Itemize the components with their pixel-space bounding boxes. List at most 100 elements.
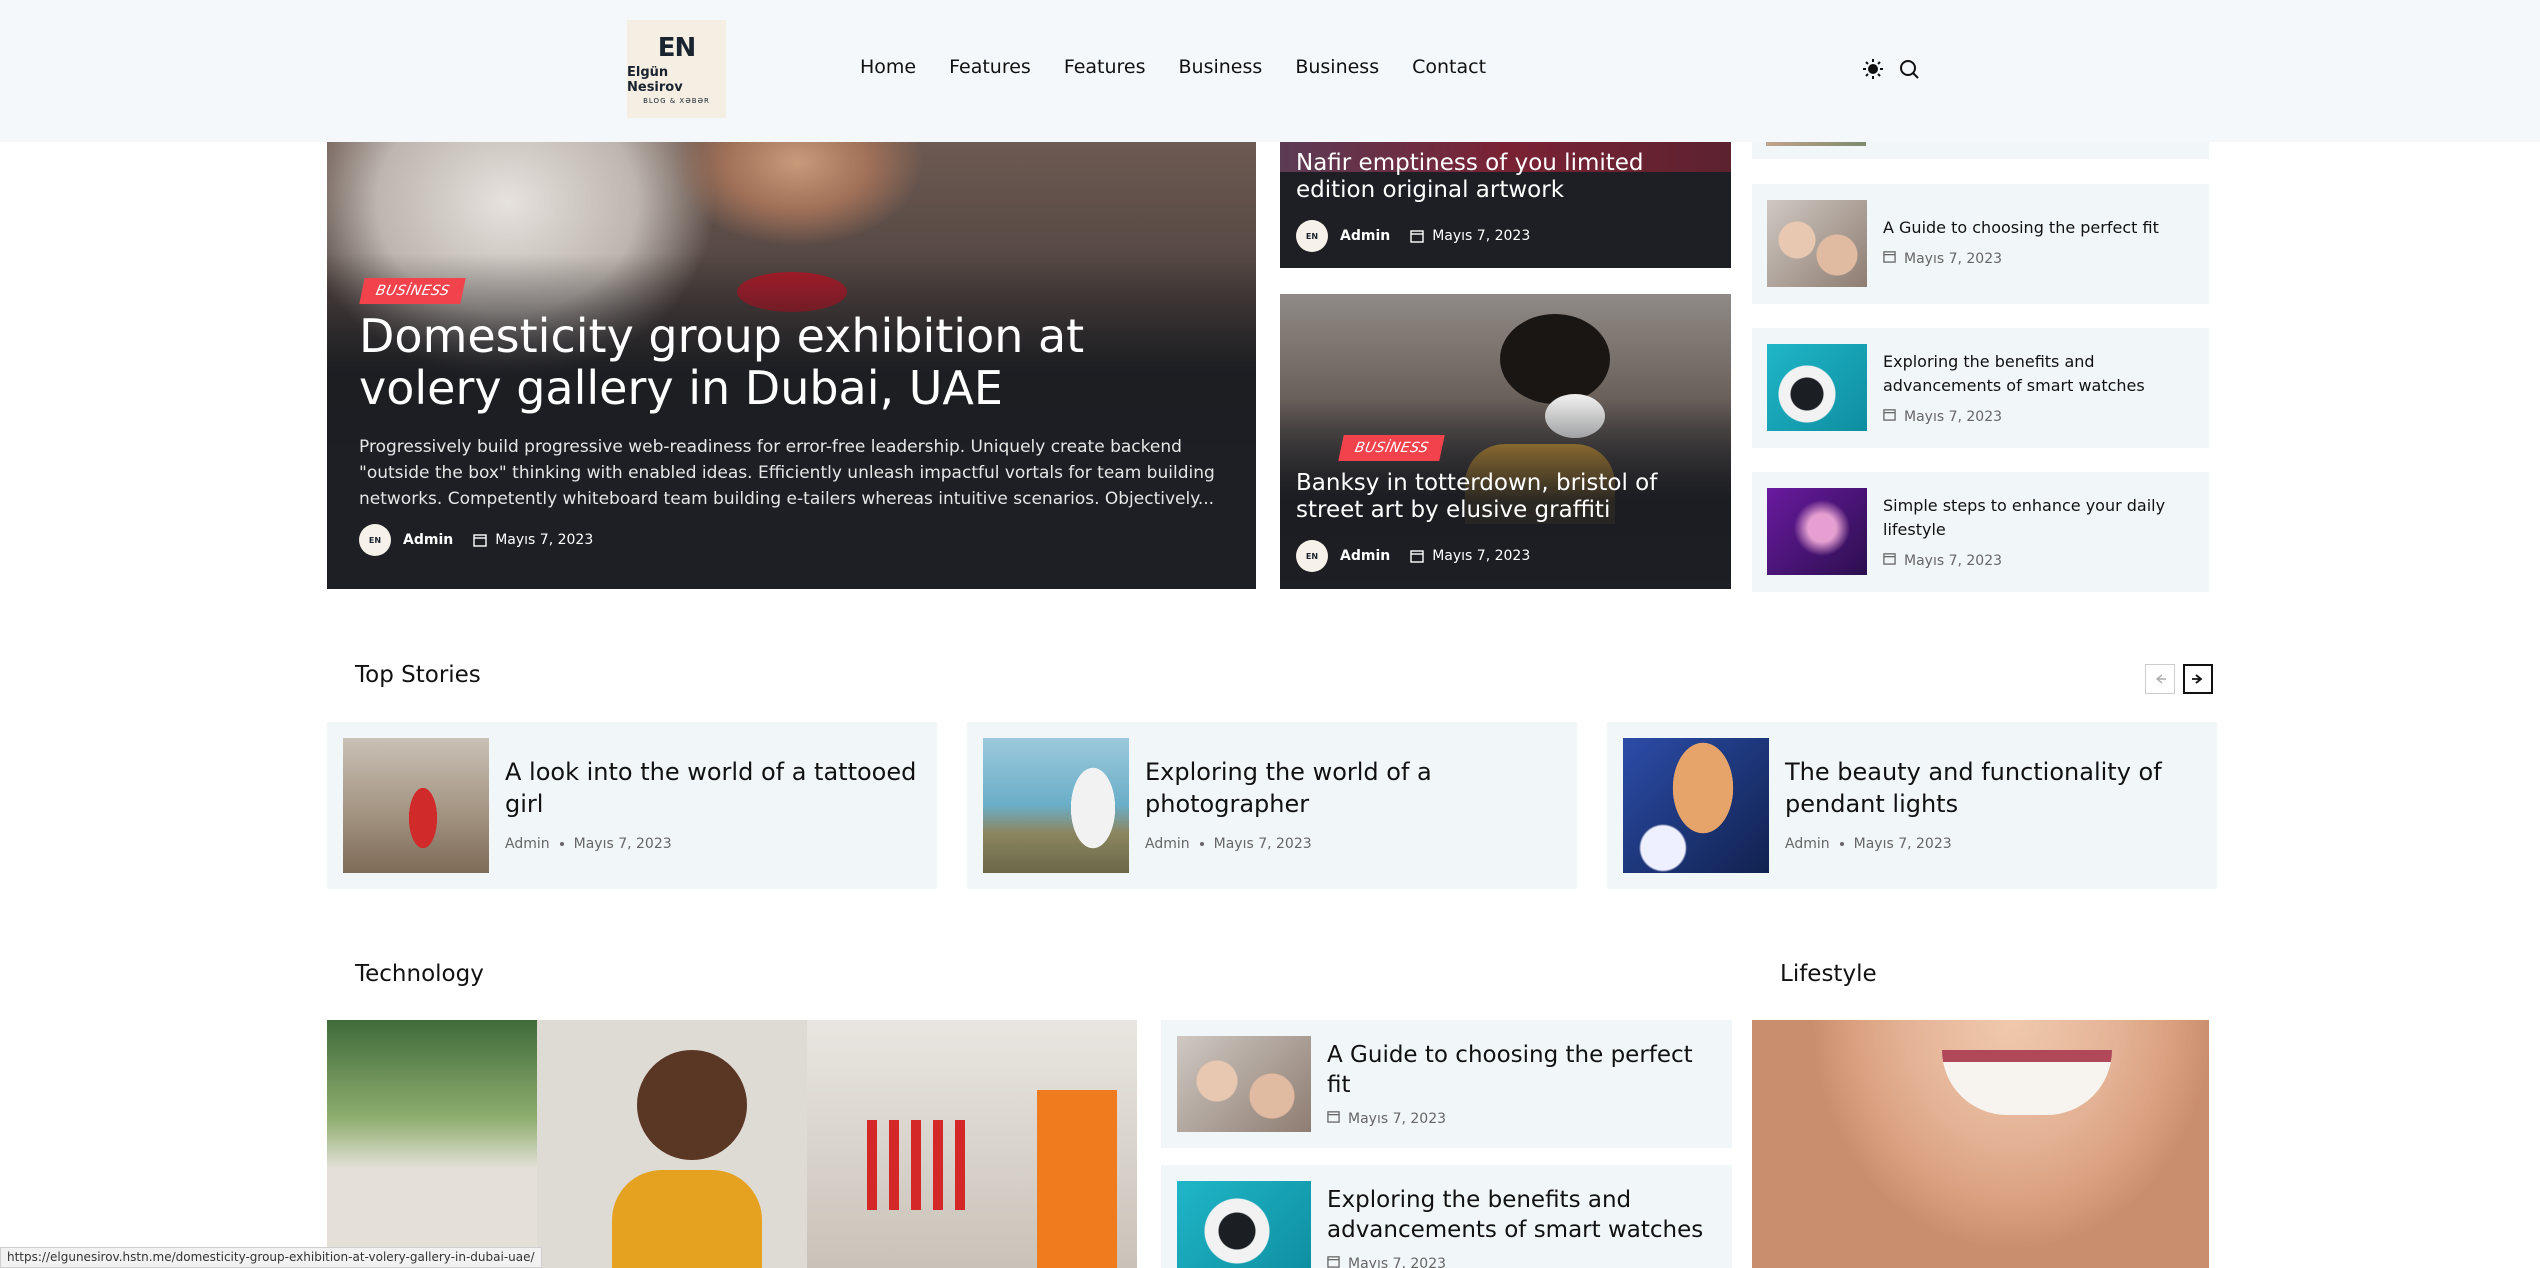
top-story-thumb bbox=[343, 738, 489, 873]
separator-dot bbox=[1199, 842, 1204, 846]
main-nav: Home Features Features Business Business… bbox=[860, 56, 1486, 78]
right-list-date: Mayıs 7, 2023 bbox=[1883, 552, 2002, 569]
calendar-icon bbox=[1883, 408, 1896, 425]
top-story-card[interactable]: Exploring the world of a photographer Ad… bbox=[967, 722, 1577, 889]
nav-business[interactable]: Business bbox=[1179, 56, 1263, 78]
technology-item-title[interactable]: A Guide to choosing the perfect fit bbox=[1327, 1040, 1722, 1100]
carousel-prev-button[interactable] bbox=[2145, 664, 2175, 694]
top-story-author[interactable]: Admin bbox=[505, 836, 550, 852]
top-story-title[interactable]: Exploring the world of a photographer bbox=[1145, 756, 1565, 820]
hero-author[interactable]: Admin bbox=[403, 532, 453, 548]
technology-item-title[interactable]: Exploring the benefits and advancements … bbox=[1327, 1185, 1722, 1245]
technology-feature-image[interactable] bbox=[327, 1020, 1137, 1268]
technology-thumb bbox=[1177, 1036, 1311, 1132]
calendar-icon bbox=[1327, 1255, 1340, 1268]
side-card-2-author[interactable]: Admin bbox=[1340, 548, 1390, 564]
arrow-left-icon bbox=[2155, 674, 2166, 684]
calendar-icon bbox=[1883, 250, 1896, 267]
top-story-title[interactable]: A look into the world of a tattooed girl bbox=[505, 756, 925, 820]
top-story-meta: Admin Mayıs 7, 2023 bbox=[1785, 836, 1952, 852]
nav-home[interactable]: Home bbox=[860, 56, 916, 78]
search-icon[interactable] bbox=[1898, 58, 1920, 80]
side-card-2-meta: EN Admin Mayıs 7, 2023 bbox=[1296, 540, 1530, 572]
right-list-date-text: Mayıs 7, 2023 bbox=[1904, 408, 2003, 425]
header-icons bbox=[1862, 58, 1920, 80]
right-list-thumb bbox=[1767, 200, 1867, 287]
top-story-author[interactable]: Admin bbox=[1145, 836, 1190, 852]
author-avatar: EN bbox=[1296, 540, 1328, 572]
top-story-date: Mayıs 7, 2023 bbox=[1213, 836, 1312, 852]
image-detail bbox=[867, 1120, 977, 1210]
hero-category-badge[interactable]: BUSİNESS bbox=[359, 278, 467, 304]
top-story-card[interactable]: A look into the world of a tattooed girl… bbox=[327, 722, 937, 889]
calendar-icon bbox=[1410, 229, 1424, 243]
technology-list-item[interactable]: A Guide to choosing the perfect fit Mayı… bbox=[1161, 1020, 1732, 1148]
right-list-item[interactable]: Simple steps to enhance your daily lifes… bbox=[1752, 472, 2209, 592]
nav-features-2[interactable]: Features bbox=[1064, 56, 1146, 78]
image-detail bbox=[327, 1020, 537, 1268]
right-list-title[interactable]: Exploring the benefits and advancements … bbox=[1883, 350, 2193, 398]
separator-dot bbox=[559, 842, 564, 846]
carousel-next-button[interactable] bbox=[2183, 664, 2213, 694]
side-card-1-title[interactable]: Nafir emptiness of you limited edition o… bbox=[1296, 150, 1716, 204]
technology-heading: Technology bbox=[355, 961, 484, 987]
top-story-card[interactable]: The beauty and functionality of pendant … bbox=[1607, 722, 2217, 889]
separator-dot bbox=[1839, 842, 1844, 846]
top-story-meta: Admin Mayıs 7, 2023 bbox=[505, 836, 672, 852]
technology-thumb bbox=[1177, 1181, 1311, 1268]
image-detail bbox=[637, 1050, 747, 1160]
logo-tagline: BLOG & XƏBƏR bbox=[643, 97, 710, 105]
browser-status-url: https://elgunesirov.hstn.me/domesticity-… bbox=[0, 1247, 542, 1268]
technology-list-item[interactable]: Exploring the benefits and advancements … bbox=[1161, 1165, 1732, 1268]
calendar-icon bbox=[1410, 549, 1424, 563]
page: EN Elgün Nesirov BLOG & XƏBƏR Home Featu… bbox=[0, 0, 2540, 1268]
theme-toggle-icon[interactable] bbox=[1862, 58, 1884, 80]
hero-title[interactable]: Domesticity group exhibition at volery g… bbox=[359, 310, 1239, 414]
technology-item-date: Mayıs 7, 2023 bbox=[1327, 1255, 1446, 1268]
technology-item-date: Mayıs 7, 2023 bbox=[1327, 1110, 1446, 1127]
top-story-date: Mayıs 7, 2023 bbox=[573, 836, 672, 852]
lifestyle-feature-image[interactable] bbox=[1752, 1020, 2209, 1268]
top-story-date: Mayıs 7, 2023 bbox=[1853, 836, 1952, 852]
side-card-2-title[interactable]: Banksy in totterdown, bristol of street … bbox=[1296, 470, 1716, 524]
right-list-thumb bbox=[1766, 142, 1866, 146]
right-list-thumb bbox=[1767, 488, 1867, 575]
top-story-meta: Admin Mayıs 7, 2023 bbox=[1145, 836, 1312, 852]
arrow-right-icon bbox=[2192, 674, 2203, 684]
nav-contact[interactable]: Contact bbox=[1412, 56, 1486, 78]
author-avatar: EN bbox=[1296, 220, 1328, 252]
side-card-1-date: Mayıs 7, 2023 bbox=[1432, 228, 1531, 244]
right-list-thumb bbox=[1767, 344, 1867, 431]
right-list-title[interactable]: Simple steps to enhance your daily lifes… bbox=[1883, 494, 2193, 542]
side-card-2-category-badge[interactable]: BUSİNESS bbox=[1338, 435, 1446, 461]
logo-mark: EN bbox=[657, 33, 697, 63]
right-list-item[interactable]: A Guide to choosing the perfect fit Mayı… bbox=[1752, 184, 2209, 304]
image-detail bbox=[612, 1170, 762, 1268]
top-story-author[interactable]: Admin bbox=[1785, 836, 1830, 852]
side-card-1-meta: EN Admin Mayıs 7, 2023 bbox=[1296, 220, 1530, 252]
side-card-2-date: Mayıs 7, 2023 bbox=[1432, 548, 1531, 564]
calendar-icon bbox=[1327, 1110, 1340, 1127]
hero-date: Mayıs 7, 2023 bbox=[495, 532, 594, 548]
right-list-item[interactable]: Exploring the benefits and advancements … bbox=[1752, 328, 2209, 448]
nav-features[interactable]: Features bbox=[949, 56, 1031, 78]
hero-excerpt: Progressively build progressive web-read… bbox=[359, 437, 1215, 509]
calendar-icon bbox=[473, 533, 487, 547]
hero-meta: EN Admin Mayıs 7, 2023 bbox=[359, 524, 593, 556]
calendar-icon bbox=[1883, 552, 1896, 569]
right-list-date-text: Mayıs 7, 2023 bbox=[1904, 250, 2003, 267]
author-avatar: EN bbox=[359, 524, 391, 556]
right-list-item-partial[interactable] bbox=[1752, 142, 2209, 159]
image-detail bbox=[1037, 1090, 1117, 1268]
side-card-1-author[interactable]: Admin bbox=[1340, 228, 1390, 244]
logo-name: Elgün Nesirov bbox=[627, 65, 683, 95]
right-list-date-text: Mayıs 7, 2023 bbox=[1904, 552, 2003, 569]
technology-date-text: Mayıs 7, 2023 bbox=[1348, 1110, 1447, 1127]
site-logo[interactable]: EN Elgün Nesirov BLOG & XƏBƏR bbox=[627, 20, 726, 118]
right-list-title[interactable]: A Guide to choosing the perfect fit bbox=[1883, 216, 2193, 240]
lifestyle-heading: Lifestyle bbox=[1780, 961, 1877, 987]
technology-date-text: Mayıs 7, 2023 bbox=[1348, 1255, 1447, 1268]
nav-business-2[interactable]: Business bbox=[1295, 56, 1379, 78]
top-stories-heading: Top Stories bbox=[355, 662, 481, 688]
top-story-title[interactable]: The beauty and functionality of pendant … bbox=[1785, 756, 2205, 820]
